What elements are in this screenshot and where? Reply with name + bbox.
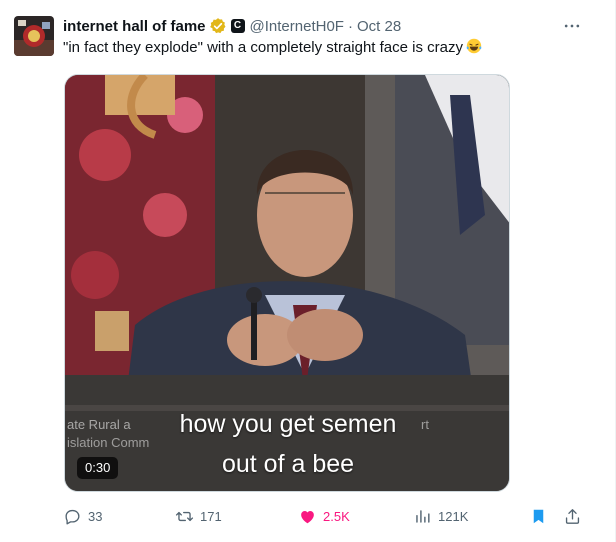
- tweet-text: "in fact they explode" with a completely…: [63, 38, 583, 58]
- video-player[interactable]: ate Rural a islation Comm rt how you get…: [64, 74, 510, 492]
- repost-button[interactable]: 171: [175, 505, 222, 527]
- reply-icon: [65, 509, 80, 524]
- more-icon[interactable]: [562, 16, 582, 36]
- like-count: 2.5K: [323, 508, 350, 524]
- affiliation-badge[interactable]: C: [230, 19, 245, 33]
- like-button[interactable]: 2.5K: [298, 505, 350, 527]
- like-icon: [301, 510, 314, 523]
- views-count: 121K: [438, 508, 469, 524]
- separator-dot: ·: [347, 17, 353, 35]
- author-handle[interactable]: @InternetH0F: [250, 18, 344, 35]
- avatar[interactable]: [14, 16, 54, 56]
- tweet-date[interactable]: Oct 28: [357, 18, 401, 35]
- share-icon: [565, 508, 580, 524]
- bookmark-icon: [533, 509, 544, 523]
- share-button[interactable]: [563, 505, 582, 527]
- video-caption-line-2: out of a bee: [221, 450, 355, 478]
- video-duration-badge: 0:30: [77, 457, 119, 479]
- reply-button[interactable]: 33: [63, 505, 102, 527]
- action-bar: 33 171 2.5K 121K: [63, 505, 583, 527]
- video-caption-line-1: how you get semen: [179, 410, 397, 438]
- verified-gold-icon[interactable]: [209, 17, 227, 35]
- tweet-header: internet hall of fame C @InternetH0F · O…: [63, 15, 401, 37]
- tweet-text-body: "in fact they explode" with a completely…: [63, 39, 463, 56]
- views-button[interactable]: 121K: [413, 505, 468, 527]
- reply-count: 33: [88, 508, 103, 524]
- author-name[interactable]: internet hall of fame: [63, 18, 206, 35]
- laughing-crying-face-icon: [466, 38, 482, 54]
- repost-icon: [175, 511, 194, 521]
- views-icon: [416, 509, 430, 523]
- repost-count: 171: [200, 508, 222, 524]
- bookmark-button[interactable]: [529, 505, 548, 527]
- tweet[interactable]: internet hall of fame C @InternetH0F · O…: [0, 0, 616, 542]
